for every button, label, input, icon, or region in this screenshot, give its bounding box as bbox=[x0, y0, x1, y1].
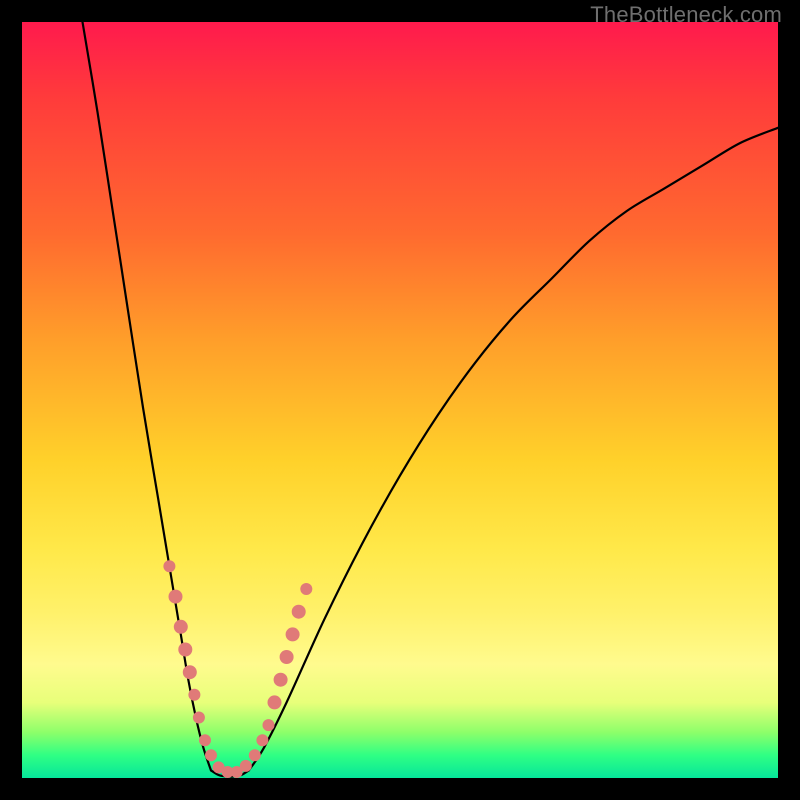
scatter-point bbox=[183, 665, 197, 679]
scatter-point bbox=[178, 643, 192, 657]
scatter-point bbox=[163, 560, 175, 572]
scatter-point bbox=[249, 749, 261, 761]
scatter-point bbox=[280, 650, 294, 664]
chart-svg bbox=[22, 22, 778, 778]
scatter-point bbox=[169, 590, 183, 604]
scatter-point bbox=[292, 605, 306, 619]
scatter-point bbox=[300, 583, 312, 595]
scatter-point bbox=[286, 627, 300, 641]
scatter-point bbox=[240, 760, 252, 772]
curve-right-branch bbox=[249, 128, 778, 771]
scatter-point bbox=[188, 689, 200, 701]
curve-left-branch bbox=[83, 22, 212, 770]
scatter-point bbox=[263, 719, 275, 731]
scatter-point bbox=[193, 712, 205, 724]
scatter-point bbox=[256, 734, 268, 746]
scatter-point bbox=[205, 749, 217, 761]
scatter-point bbox=[174, 620, 188, 634]
watermark-text: TheBottleneck.com bbox=[590, 2, 782, 28]
scatter-point bbox=[199, 734, 211, 746]
scatter-point bbox=[268, 695, 282, 709]
scatter-points bbox=[163, 560, 312, 778]
scatter-point bbox=[274, 673, 288, 687]
chart-frame bbox=[22, 22, 778, 778]
